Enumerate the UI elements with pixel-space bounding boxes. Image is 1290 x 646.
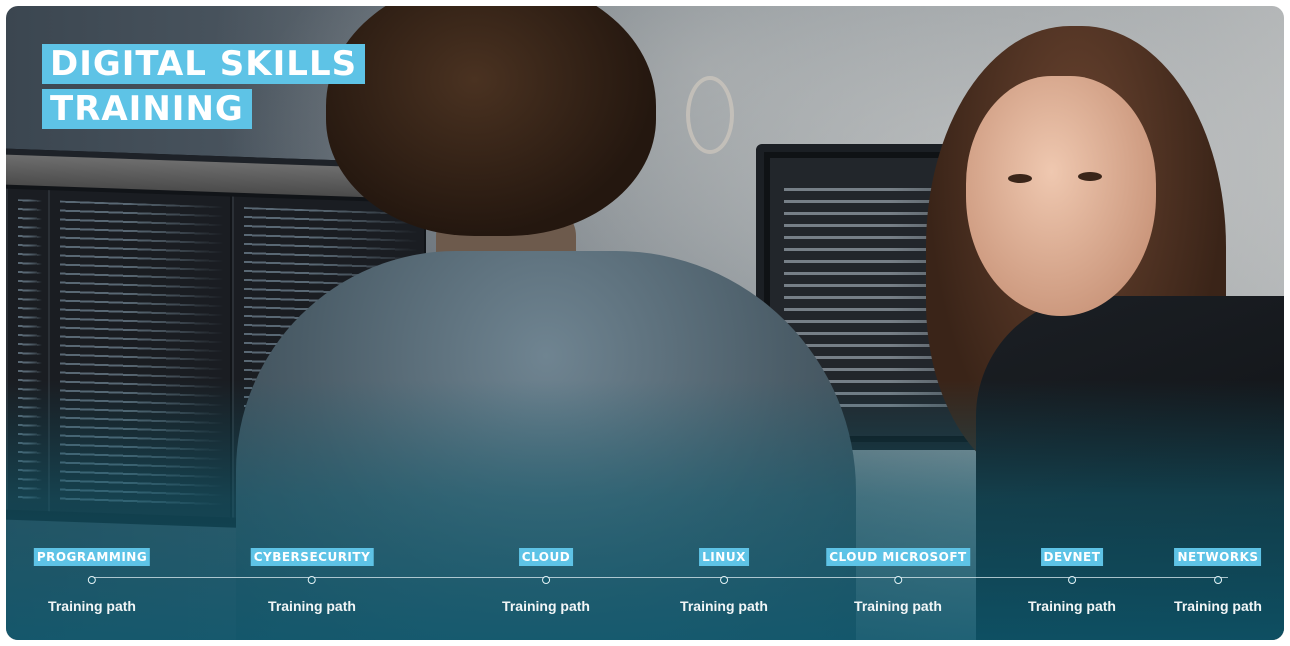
timeline-dot-icon xyxy=(308,576,316,584)
timeline-dot-icon xyxy=(1213,576,1222,584)
path-badge: LINUX xyxy=(699,548,749,566)
path-badge: CLOUD MICROSOFT xyxy=(826,548,970,566)
timeline-stop-linux[interactable]: LINUX Training path xyxy=(680,548,768,614)
path-label[interactable]: Training path xyxy=(854,598,942,614)
path-label[interactable]: Training path xyxy=(680,598,768,614)
path-badge: PROGRAMMING xyxy=(33,548,151,566)
timeline-dot-icon xyxy=(87,576,96,584)
timeline-stop-cybersecurity[interactable]: CYBERSECURITY Training path xyxy=(250,548,374,614)
banner-title: DIGITAL SKILLS TRAINING xyxy=(42,44,366,134)
path-label[interactable]: Training path xyxy=(1174,598,1262,614)
banner-title-line: DIGITAL SKILLS xyxy=(42,44,366,84)
path-label[interactable]: Training path xyxy=(1028,598,1116,614)
timeline-stop-programming[interactable]: PROGRAMMING Training path xyxy=(33,548,151,614)
path-label[interactable]: Training path xyxy=(48,598,136,614)
timeline-dot-icon xyxy=(894,576,902,584)
timeline-dot-icon xyxy=(541,576,550,584)
timeline-stop-networks[interactable]: NETWORKS Training path xyxy=(1174,548,1262,614)
path-badge: CYBERSECURITY xyxy=(250,548,374,566)
path-badge: CLOUD xyxy=(518,548,574,566)
path-badge: NETWORKS xyxy=(1174,548,1262,566)
banner-title-line: TRAINING xyxy=(42,89,252,129)
timeline-dot-icon xyxy=(1067,576,1076,584)
timeline-stop-devnet[interactable]: DEVNET Training path xyxy=(1028,548,1116,614)
path-badge: DEVNET xyxy=(1040,548,1104,566)
path-label[interactable]: Training path xyxy=(268,598,356,614)
timeline-dot-icon xyxy=(719,576,728,584)
glasses-arm xyxy=(686,76,734,154)
timeline-stop-cloud[interactable]: CLOUD Training path xyxy=(502,548,590,614)
path-label[interactable]: Training path xyxy=(502,598,590,614)
timeline-stop-cloud-microsoft[interactable]: CLOUD MICROSOFT Training path xyxy=(826,548,970,614)
